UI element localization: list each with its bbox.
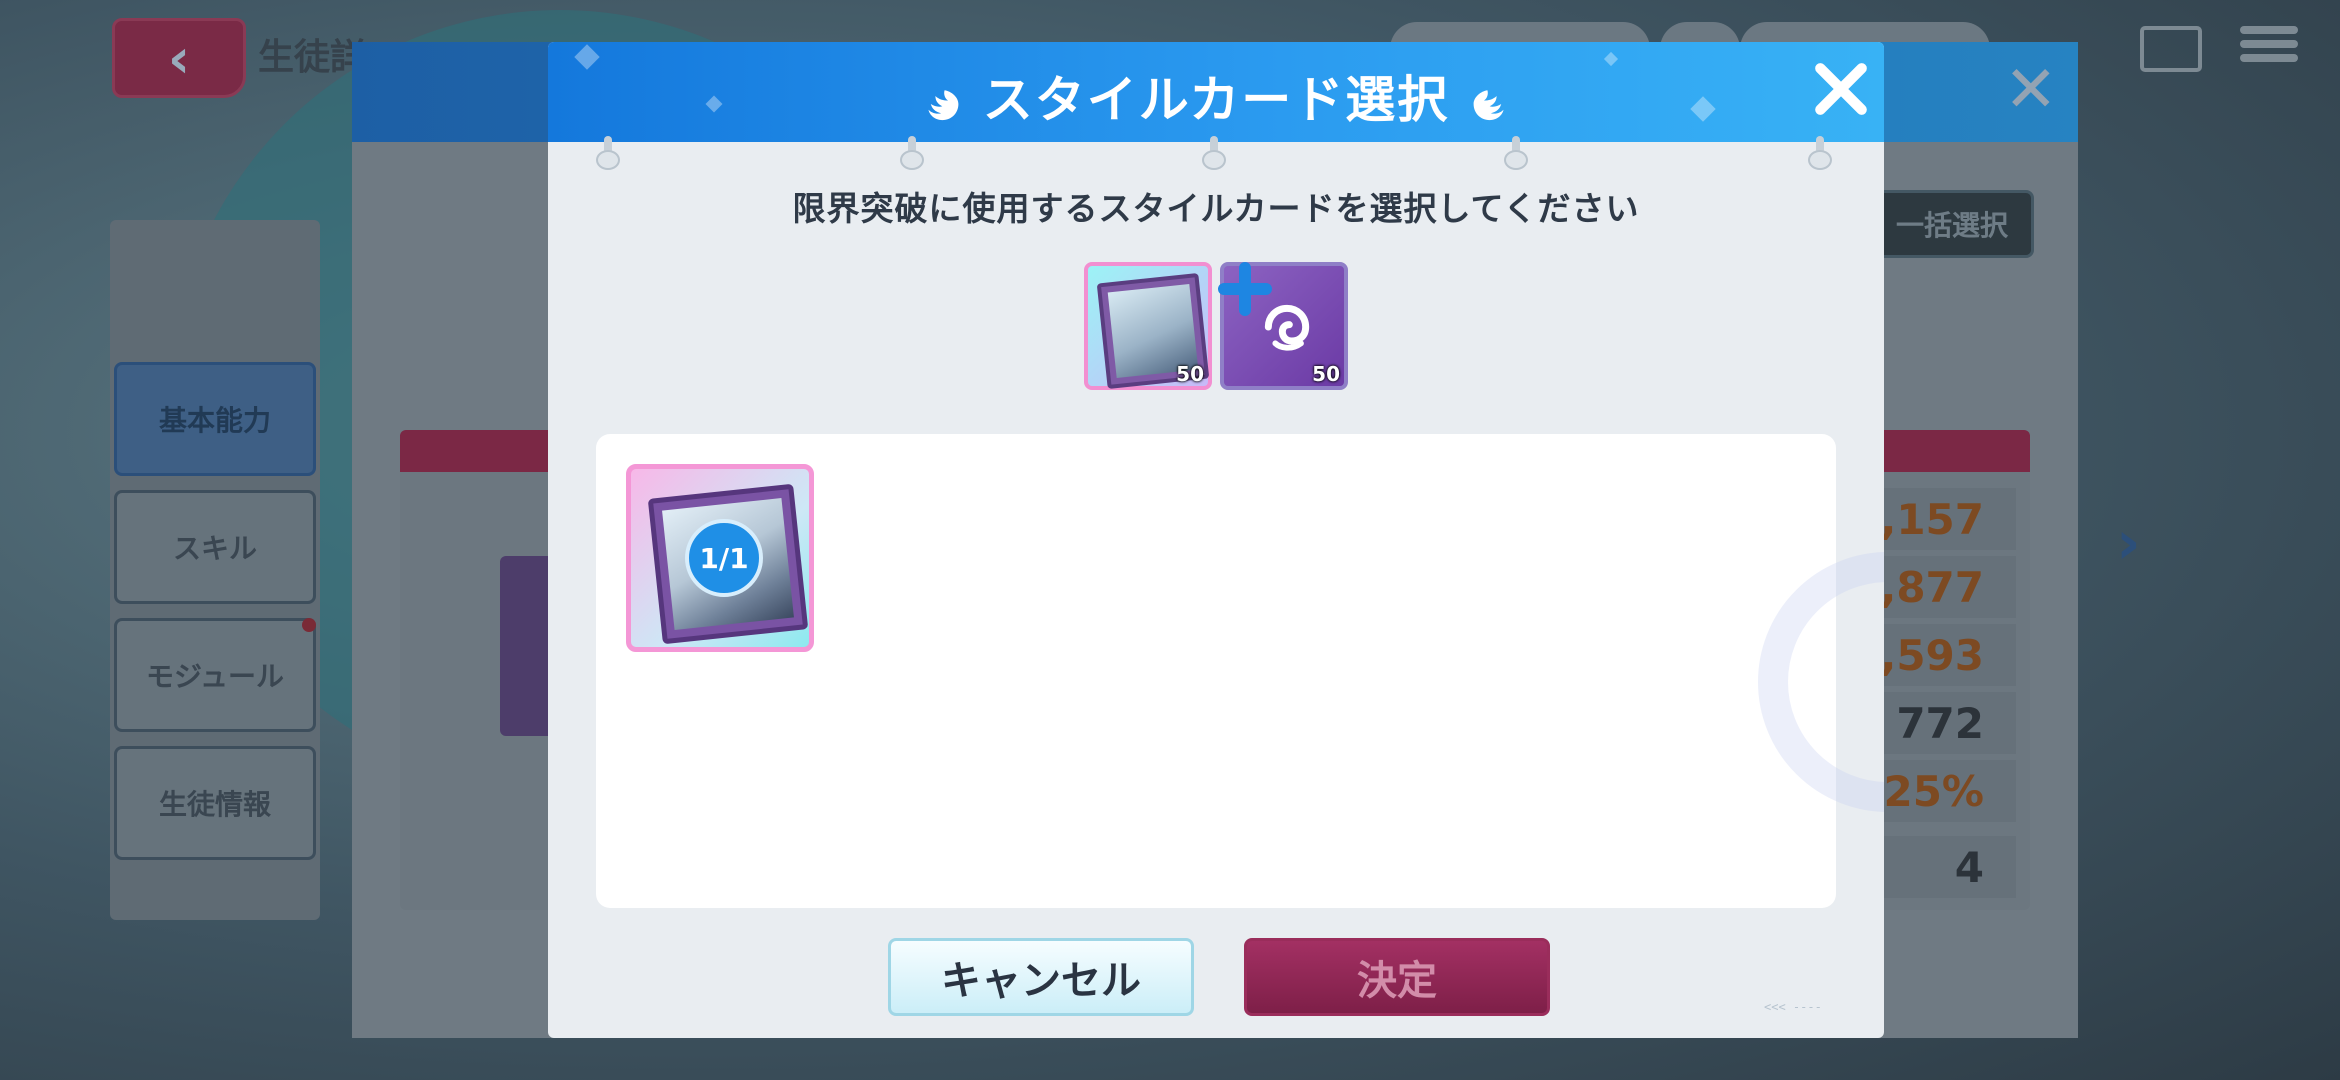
back-button[interactable]: ‹ <box>112 18 246 98</box>
binder-ring <box>1808 136 1832 170</box>
chevron-right-icon[interactable]: › <box>2116 508 2141 578</box>
side-item-student-info[interactable]: 生徒情報 <box>114 746 316 860</box>
selectable-style-card[interactable]: 1/1 <box>626 464 814 652</box>
notification-dot <box>302 618 316 632</box>
plus-icon <box>1218 262 1272 316</box>
side-item-basic-ability[interactable]: 基本能力 <box>114 362 316 476</box>
wing-icon <box>1473 89 1504 120</box>
binder-ring <box>900 136 924 170</box>
side-item-module[interactable]: モジュール <box>114 618 316 732</box>
close-icon[interactable] <box>1810 58 1872 120</box>
page-title: 生徒詳 <box>258 37 367 78</box>
binder-ring <box>596 136 620 170</box>
cancel-button[interactable]: キャンセル <box>888 938 1194 1016</box>
dialog-title: スタイルカード選択 <box>548 60 1884 132</box>
style-card-select-dialog: スタイルカード選択 限界突破に使用するスタイルカードを選択してください 50 5… <box>548 42 1884 1038</box>
confirm-button[interactable]: 決定 <box>1244 938 1550 1016</box>
side-item-skill[interactable]: スキル <box>114 490 316 604</box>
dialog-header: スタイルカード選択 <box>548 42 1884 142</box>
decor-watermark: <<< ---- <box>1764 1000 1822 1014</box>
card-count: 50 <box>1312 362 1340 386</box>
card-count: 50 <box>1176 362 1204 386</box>
limit-break-target-card: 50 <box>1084 262 1212 390</box>
dialog-title-text: スタイルカード選択 <box>982 71 1450 129</box>
instruction-text: 限界突破に使用するスタイルカードを選択してください <box>792 189 1640 228</box>
selection-count-badge: 1/1 <box>685 519 763 597</box>
bulk-select-button[interactable]: 一括選択 <box>1870 190 2034 258</box>
limit-break-material-card: 50 <box>1218 262 1348 390</box>
binder-ring <box>1202 136 1226 170</box>
close-icon[interactable]: ✕ <box>2004 58 2058 122</box>
mail-icon[interactable] <box>2140 26 2202 72</box>
wing-icon <box>928 89 959 120</box>
back-arrow-icon: ‹ <box>167 26 191 90</box>
binder-ring <box>1504 136 1528 170</box>
menu-icon[interactable] <box>2240 20 2298 78</box>
